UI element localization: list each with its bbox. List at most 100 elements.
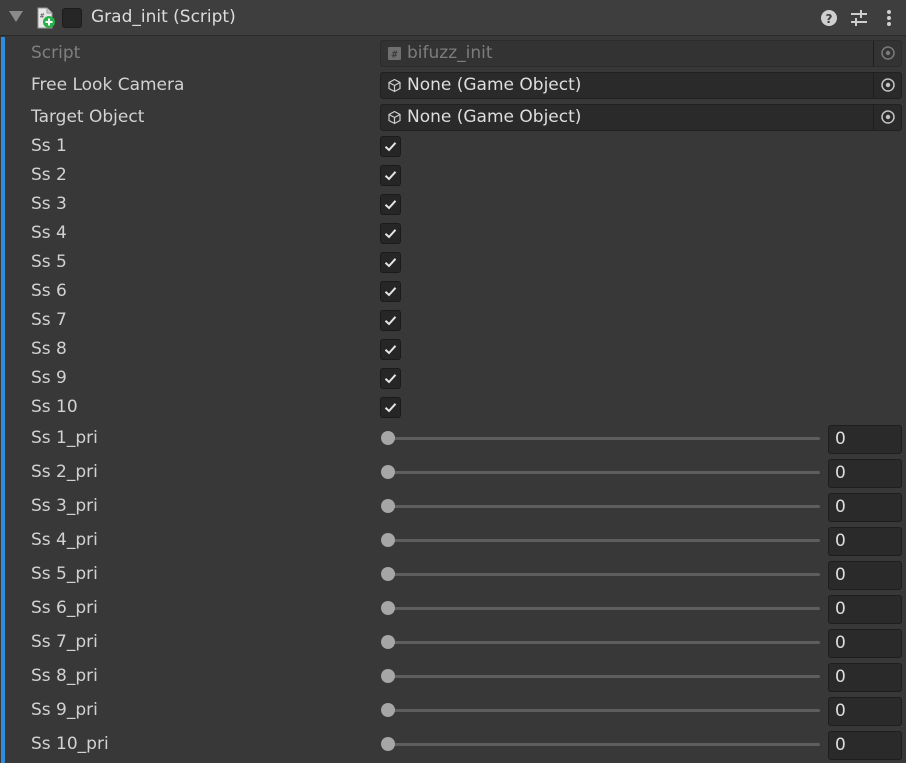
slider-label: Ss 2_pri [31, 462, 98, 482]
slider-value: 0 [835, 633, 846, 653]
free-look-camera-value: None (Game Object) [407, 75, 582, 95]
free-look-camera-row: Free Look Camera None (Game Object) [0, 72, 906, 100]
slider-value-field[interactable]: 0 [828, 663, 902, 692]
slider-track[interactable] [388, 505, 820, 508]
slider-value: 0 [835, 667, 846, 687]
toggle-row: Ss 7 [0, 309, 906, 333]
script-label: Script [31, 43, 81, 63]
presets-icon[interactable] [849, 8, 869, 28]
slider-thumb[interactable] [381, 737, 395, 751]
toggle-row: Ss 2 [0, 164, 906, 188]
toggle-checkbox[interactable] [380, 165, 401, 186]
toggle-row: Ss 3 [0, 193, 906, 217]
toggle-row: Ss 1 [0, 135, 906, 159]
slider-thumb[interactable] [381, 431, 395, 445]
slider-track[interactable] [388, 471, 820, 474]
toggle-checkbox[interactable] [380, 223, 401, 244]
slider-row: Ss 6_pri 0 [0, 594, 906, 624]
object-picker-icon[interactable] [880, 109, 896, 125]
script-row: Script # bifuzz_init [0, 40, 906, 68]
slider-thumb[interactable] [381, 703, 395, 717]
toggle-label: Ss 6 [31, 281, 67, 301]
slider-label: Ss 4_pri [31, 530, 98, 550]
script-object-picker [873, 41, 901, 66]
free-look-camera-picker[interactable] [873, 73, 901, 98]
slider-value: 0 [835, 735, 846, 755]
toggle-checkbox[interactable] [380, 339, 401, 360]
toggle-label: Ss 10 [31, 397, 78, 417]
slider-thumb[interactable] [381, 499, 395, 513]
slider-track[interactable] [388, 539, 820, 542]
slider-value-field[interactable]: 0 [828, 493, 902, 522]
slider-value-field[interactable]: 0 [828, 595, 902, 624]
slider-value: 0 [835, 429, 846, 449]
slider-value-field[interactable]: 0 [828, 629, 902, 658]
slider-track[interactable] [388, 607, 820, 610]
svg-text:?: ? [826, 12, 833, 26]
component-header[interactable]: # Grad_init (Script) ? [0, 0, 906, 36]
object-picker-icon[interactable] [880, 77, 896, 93]
slider-track[interactable] [388, 743, 820, 746]
kebab-menu-icon[interactable] [879, 8, 899, 28]
toggle-checkbox[interactable] [380, 368, 401, 389]
slider-thumb[interactable] [381, 465, 395, 479]
target-object-row: Target Object None (Game Object) [0, 104, 906, 132]
toggle-label: Ss 8 [31, 339, 67, 359]
toggle-row: Ss 6 [0, 280, 906, 304]
slider-value: 0 [835, 701, 846, 721]
target-object-value: None (Game Object) [407, 107, 582, 127]
toggle-row: Ss 4 [0, 222, 906, 246]
object-picker-icon [881, 46, 895, 60]
slider-label: Ss 5_pri [31, 564, 98, 584]
slider-thumb[interactable] [381, 669, 395, 683]
target-object-field[interactable]: None (Game Object) [380, 104, 902, 131]
slider-track[interactable] [388, 641, 820, 644]
toggle-checkbox[interactable] [380, 310, 401, 331]
component-title: Grad_init (Script) [91, 7, 236, 27]
slider-label: Ss 3_pri [31, 496, 98, 516]
slider-track[interactable] [388, 709, 820, 712]
toggle-label: Ss 1 [31, 136, 67, 156]
checkmark-icon [384, 258, 397, 268]
toggle-row: Ss 9 [0, 367, 906, 391]
toggle-checkbox[interactable] [380, 252, 401, 273]
slider-value-field[interactable]: 0 [828, 527, 902, 556]
toggle-label: Ss 4 [31, 223, 67, 243]
slider-value-field[interactable]: 0 [828, 459, 902, 488]
toggle-checkbox[interactable] [380, 397, 401, 418]
slider-thumb[interactable] [381, 635, 395, 649]
toggle-checkbox[interactable] [380, 281, 401, 302]
checkmark-icon [384, 229, 397, 239]
slider-thumb[interactable] [381, 567, 395, 581]
slider-value: 0 [835, 565, 846, 585]
help-icon[interactable]: ? [819, 8, 839, 28]
slider-row: Ss 2_pri 0 [0, 458, 906, 488]
slider-value-field[interactable]: 0 [828, 425, 902, 454]
toggle-label: Ss 2 [31, 165, 67, 185]
free-look-camera-field[interactable]: None (Game Object) [380, 72, 902, 99]
slider-label: Ss 9_pri [31, 700, 98, 720]
slider-value-field[interactable]: 0 [828, 697, 902, 726]
slider-thumb[interactable] [381, 533, 395, 547]
component-enable-checkbox[interactable] [62, 8, 82, 28]
checkmark-icon [384, 316, 397, 326]
slider-value: 0 [835, 531, 846, 551]
script-field: # bifuzz_init [380, 40, 902, 67]
slider-label: Ss 8_pri [31, 666, 98, 686]
toggle-checkbox[interactable] [380, 136, 401, 157]
slider-track[interactable] [388, 573, 820, 576]
slider-value-field[interactable]: 0 [828, 731, 902, 760]
slider-thumb[interactable] [381, 601, 395, 615]
game-object-icon [388, 78, 401, 93]
slider-track[interactable] [388, 675, 820, 678]
slider-row: Ss 4_pri 0 [0, 526, 906, 556]
target-object-picker[interactable] [873, 105, 901, 130]
script-file-icon: # [388, 47, 401, 61]
fold-triangle-icon[interactable] [9, 11, 23, 22]
slider-value-field[interactable]: 0 [828, 561, 902, 590]
slider-row: Ss 7_pri 0 [0, 628, 906, 658]
slider-label: Ss 6_pri [31, 598, 98, 618]
toggle-checkbox[interactable] [380, 194, 401, 215]
slider-row: Ss 1_pri 0 [0, 424, 906, 454]
slider-track[interactable] [388, 437, 820, 440]
